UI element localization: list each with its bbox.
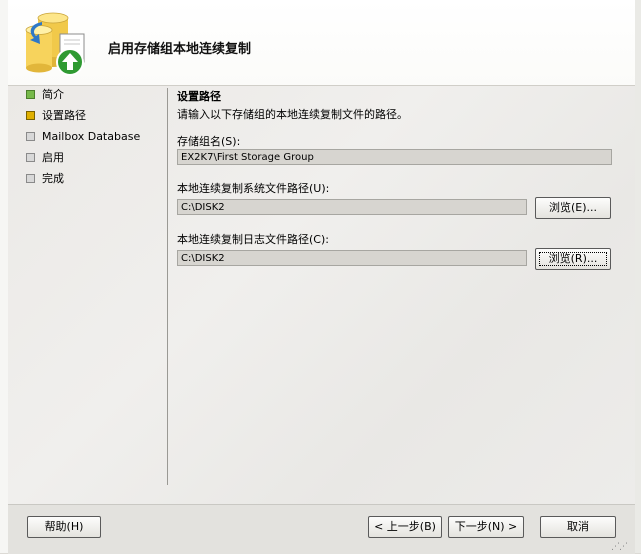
help-button[interactable]: 帮助(H) xyxy=(27,516,101,538)
nav-step-label: 简介 xyxy=(42,88,64,101)
nav-step-intro: 简介 xyxy=(26,88,140,109)
back-button[interactable]: < 上一步(B) xyxy=(368,516,442,538)
nav-step-label: 启用 xyxy=(42,151,64,164)
step-pending-icon xyxy=(26,153,35,162)
nav-step-mailbox-database: Mailbox Database xyxy=(26,130,140,151)
window-frame-left xyxy=(0,0,8,553)
cancel-button[interactable]: 取消 xyxy=(540,516,616,538)
nav-step-label: Mailbox Database xyxy=(42,130,141,143)
next-button[interactable]: 下一步(N) > xyxy=(448,516,524,538)
nav-step-finish: 完成 xyxy=(26,172,140,193)
system-path-browse-button[interactable]: 浏览(E)... xyxy=(535,197,611,219)
storage-group-label: 存储组名(S): xyxy=(177,135,241,148)
nav-step-label: 完成 xyxy=(42,172,64,185)
wizard-footer: 帮助(H) < 上一步(B) 下一步(N) > 取消 ⋰⋰ xyxy=(8,504,635,554)
wizard-steps-nav: 简介 设置路径 Mailbox Database 启用 完成 xyxy=(26,88,140,193)
storage-replication-icon xyxy=(22,12,92,78)
resize-grip-icon[interactable]: ⋰⋰ xyxy=(611,542,628,552)
page-content: 设置路径 请输入以下存储组的本地连续复制文件的路径。 存储组名(S): EX2K… xyxy=(177,88,617,270)
page-description: 请输入以下存储组的本地连续复制文件的路径。 xyxy=(177,108,408,121)
storage-group-field: EX2K7\First Storage Group xyxy=(177,149,612,165)
page-title: 设置路径 xyxy=(177,90,221,103)
step-current-icon xyxy=(26,111,35,120)
step-pending-icon xyxy=(26,132,35,141)
wizard-header: 启用存储组本地连续复制 xyxy=(8,0,635,86)
system-path-input[interactable]: C:\DISK2 xyxy=(177,199,527,215)
nav-step-label: 设置路径 xyxy=(42,109,86,122)
log-path-browse-button[interactable]: 浏览(R)... xyxy=(535,248,611,270)
log-path-label: 本地连续复制日志文件路径(C): xyxy=(177,233,329,246)
nav-step-enable: 启用 xyxy=(26,151,140,172)
log-path-input[interactable]: C:\DISK2 xyxy=(177,250,527,266)
wizard-title: 启用存储组本地连续复制 xyxy=(108,42,252,57)
step-pending-icon xyxy=(26,174,35,183)
vertical-divider xyxy=(167,88,168,485)
window-frame-right xyxy=(634,0,641,553)
nav-step-set-path: 设置路径 xyxy=(26,109,140,130)
system-path-label: 本地连续复制系统文件路径(U): xyxy=(177,182,330,195)
step-complete-icon xyxy=(26,90,35,99)
